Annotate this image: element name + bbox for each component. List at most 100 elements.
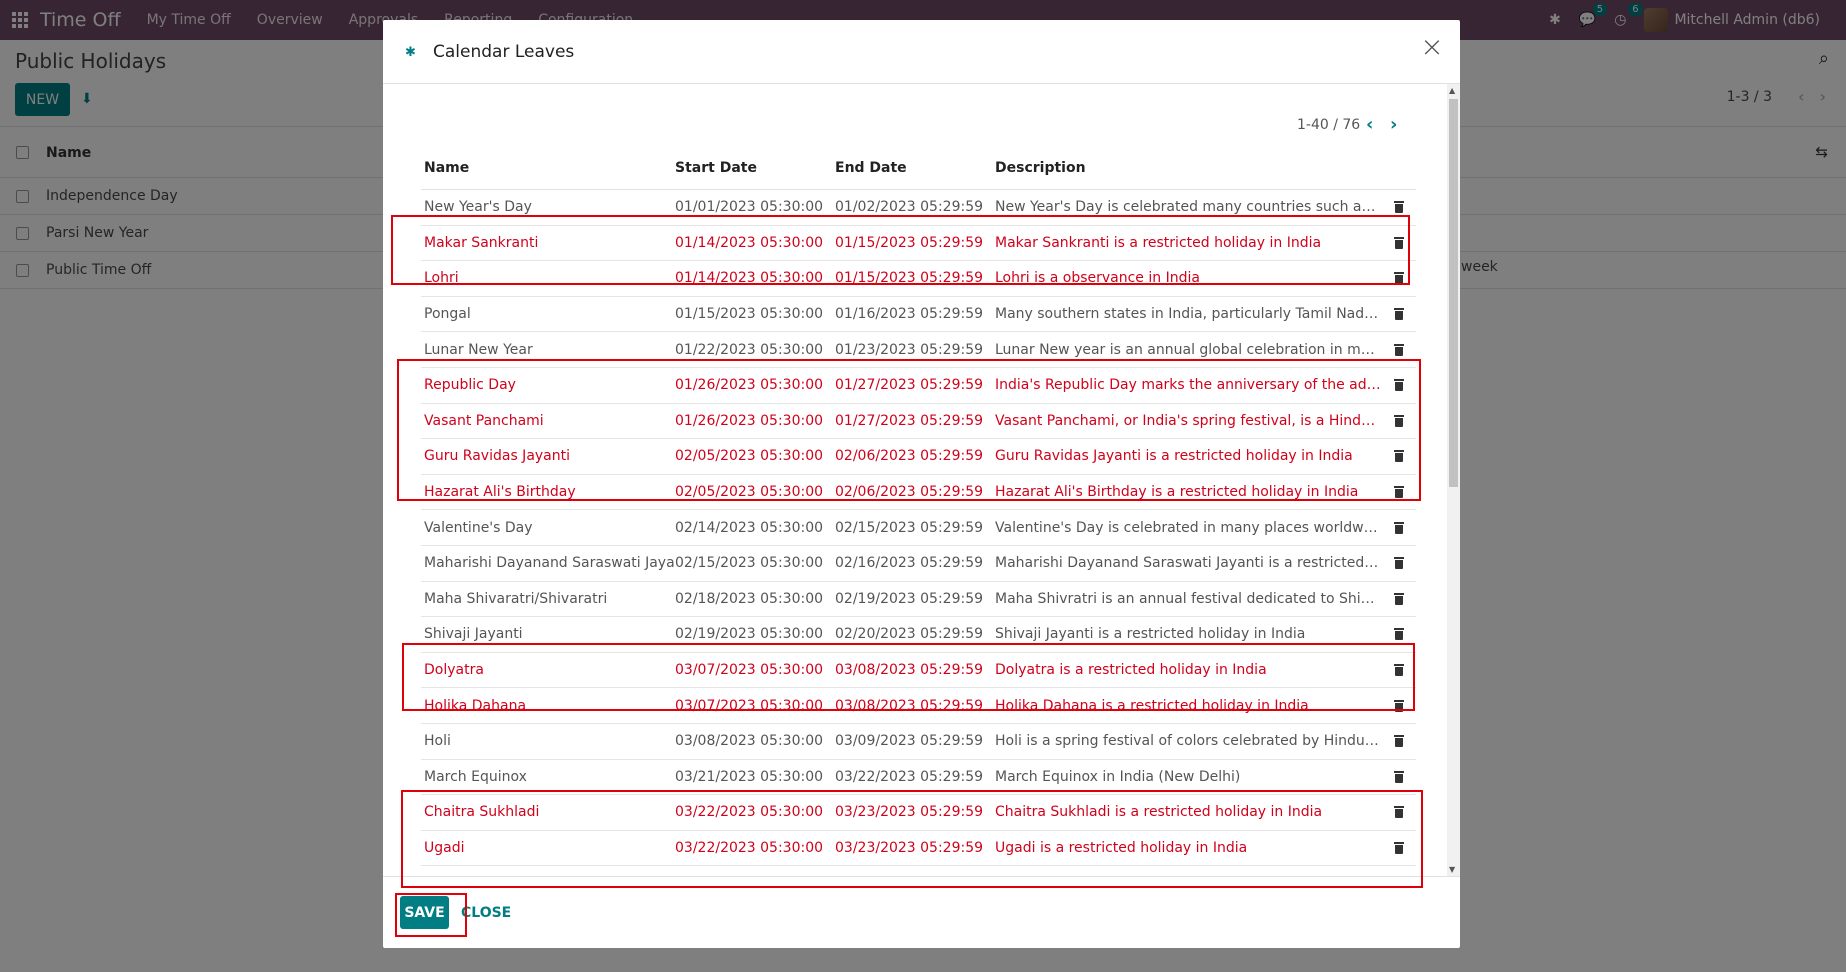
cell-start-date: 03/22/2023 05:30:00 <box>675 839 824 856</box>
cell-description: Lohri is a observance in India <box>995 270 1200 287</box>
cell-description: Guru Ravidas Jayanti is a restricted hol… <box>995 448 1353 465</box>
table-row[interactable]: Guru Ravidas Jayanti 02/05/2023 05:30:00 0… <box>421 439 1416 475</box>
table-row[interactable]: Dolyatra 03/07/2023 05:30:00 03/08/2023 05… <box>421 653 1416 689</box>
cell-end-date: 02/06/2023 05:29:59 <box>835 484 984 501</box>
cell-description: Holi is a spring festival of colors cele… <box>995 733 1381 750</box>
cell-end-date: 01/02/2023 05:29:59 <box>835 199 984 216</box>
delete-row-button[interactable] <box>1381 699 1416 712</box>
trash-icon <box>1393 379 1404 392</box>
table-row[interactable]: Valentine's Day 02/14/2023 05:30:00 02/15/… <box>421 510 1416 546</box>
cell-start-date: 03/08/2023 05:30:00 <box>675 733 824 750</box>
cell-start-date: 01/14/2023 05:30:00 <box>675 234 824 251</box>
table-row[interactable]: Makar Sankranti 01/14/2023 05:30:00 01/15/… <box>421 226 1416 262</box>
cell-description: Shivaji Jayanti is a restricted holiday … <box>995 626 1306 643</box>
table-row[interactable]: Lohri 01/14/2023 05:30:00 01/15/2023 05:29… <box>421 261 1416 297</box>
cell-start-date: 01/26/2023 05:30:00 <box>675 377 824 394</box>
trash-icon <box>1393 308 1404 321</box>
delete-row-button[interactable] <box>1381 450 1416 463</box>
scroll-down-icon[interactable]: ▼ <box>1449 865 1455 874</box>
trash-icon <box>1393 841 1404 854</box>
cell-description: New Year's Day is celebrated many countr… <box>995 199 1381 216</box>
scroll-up-icon[interactable]: ▲ <box>1449 86 1455 95</box>
table-row[interactable]: Maha Shivaratri/Shivaratri 02/18/2023 05:… <box>421 582 1416 618</box>
modal-header: ✱ Calendar Leaves × <box>383 20 1460 84</box>
cell-end-date: 01/15/2023 05:29:59 <box>835 234 984 251</box>
trash-icon <box>1393 664 1404 677</box>
pager-prev-icon[interactable]: ‹ <box>1366 114 1373 135</box>
trash-icon <box>1393 272 1404 285</box>
table-row[interactable]: Ugadi 03/22/2023 05:30:00 03/23/2023 05:29… <box>421 831 1416 867</box>
trash-icon <box>1393 521 1404 534</box>
cell-description: Valentine's Day is celebrated in many pl… <box>995 519 1381 536</box>
column-description[interactable]: Description <box>995 160 1381 176</box>
table-row[interactable]: Republic Day 01/26/2023 05:30:00 01/27/202… <box>421 368 1416 404</box>
delete-row-button[interactable] <box>1381 272 1416 285</box>
table-row[interactable]: Shivaji Jayanti 02/19/2023 05:30:00 02/20/… <box>421 617 1416 653</box>
table-row[interactable]: Hazarat Ali's Birthday 02/05/2023 05:30:0… <box>421 475 1416 511</box>
cell-description: Hazarat Ali's Birthday is a restricted h… <box>995 484 1359 501</box>
delete-row-button[interactable] <box>1381 806 1416 819</box>
table-row[interactable]: Holi 03/08/2023 05:30:00 03/09/2023 05:29:… <box>421 724 1416 760</box>
bug-icon: ✱ <box>405 44 416 60</box>
cell-description: Makar Sankranti is a restricted holiday … <box>995 234 1322 251</box>
cell-end-date: 03/23/2023 05:29:59 <box>835 839 984 856</box>
cell-start-date: 02/05/2023 05:30:00 <box>675 484 824 501</box>
cell-name: Guru Ravidas Jayanti <box>424 448 571 465</box>
cell-description: March Equinox in India (New Delhi) <box>995 768 1241 785</box>
cell-end-date: 02/19/2023 05:29:59 <box>835 590 984 607</box>
cell-description: India's Republic Day marks the anniversa… <box>995 377 1381 394</box>
delete-row-button[interactable] <box>1381 379 1416 392</box>
delete-row-button[interactable] <box>1381 664 1416 677</box>
delete-row-button[interactable] <box>1381 308 1416 321</box>
table-row[interactable]: Lunar New Year 01/22/2023 05:30:00 01/23/2… <box>421 332 1416 368</box>
trash-icon <box>1393 806 1404 819</box>
cell-description: Lunar New year is an annual global celeb… <box>995 341 1381 358</box>
cell-end-date: 03/09/2023 05:29:59 <box>835 733 984 750</box>
trash-icon <box>1393 414 1404 427</box>
cell-name: Maha Shivaratri/Shivaratri <box>424 590 608 607</box>
trash-icon <box>1393 735 1404 748</box>
column-end-date[interactable]: End Date <box>835 160 995 176</box>
table-row[interactable]: Chaitra Sukhladi 03/22/2023 05:30:00 03/23… <box>421 795 1416 831</box>
scrollbar[interactable]: ▲ ▼ <box>1447 84 1460 876</box>
cell-end-date: 02/20/2023 05:29:59 <box>835 626 984 643</box>
delete-row-button[interactable] <box>1381 735 1416 748</box>
table-row[interactable]: New Year's Day 01/01/2023 05:30:00 01/02/2… <box>421 190 1416 226</box>
delete-row-button[interactable] <box>1381 592 1416 605</box>
delete-row-button[interactable] <box>1381 770 1416 783</box>
close-button[interactable]: CLOSE <box>461 905 511 921</box>
trash-icon <box>1393 557 1404 570</box>
delete-row-button[interactable] <box>1381 486 1416 499</box>
scrollbar-thumb[interactable] <box>1449 99 1458 487</box>
table-row[interactable]: Maharishi Dayanand Saraswati Jayanti 02/1… <box>421 546 1416 582</box>
delete-row-button[interactable] <box>1381 236 1416 249</box>
delete-row-button[interactable] <box>1381 414 1416 427</box>
cell-end-date: 03/23/2023 05:29:59 <box>835 804 984 821</box>
delete-row-button[interactable] <box>1381 628 1416 641</box>
delete-row-button[interactable] <box>1381 841 1416 854</box>
table-row[interactable]: Pongal 01/15/2023 05:30:00 01/16/2023 05:2… <box>421 297 1416 333</box>
cell-description: Maha Shivratri is an annual festival ded… <box>995 590 1381 607</box>
cell-description: Holika Dahana is a restricted holiday in… <box>995 697 1309 714</box>
column-start-date[interactable]: Start Date <box>675 160 835 176</box>
cell-end-date: 01/27/2023 05:29:59 <box>835 412 984 429</box>
table-row[interactable]: Holika Dahana 03/07/2023 05:30:00 03/08/20… <box>421 688 1416 724</box>
pager-next-icon[interactable]: › <box>1390 114 1397 135</box>
delete-row-button[interactable] <box>1381 521 1416 534</box>
records-pager[interactable]: 1-40 / 76 <box>1297 117 1360 133</box>
column-name[interactable]: Name <box>421 160 675 176</box>
cell-name: Hazarat Ali's Birthday <box>424 484 576 501</box>
calendar-leaves-dialog: ✱ Calendar Leaves × 1-40 / 76 ‹ › Name S… <box>383 20 1460 948</box>
delete-row-button[interactable] <box>1381 343 1416 356</box>
cell-name: Valentine's Day <box>424 519 533 536</box>
close-icon[interactable]: × <box>1418 33 1446 62</box>
cell-name: Lohri <box>424 270 459 287</box>
delete-row-button[interactable] <box>1381 557 1416 570</box>
save-button[interactable]: SAVE <box>400 896 449 929</box>
table-row[interactable]: March Equinox 03/21/2023 05:30:00 03/22/20… <box>421 760 1416 796</box>
cell-name: Holika Dahana <box>424 697 527 714</box>
table-row[interactable]: Vasant Panchami 01/26/2023 05:30:00 01/27/… <box>421 404 1416 440</box>
delete-row-button[interactable] <box>1381 201 1416 214</box>
cell-end-date: 01/27/2023 05:29:59 <box>835 377 984 394</box>
table-row[interactable]: Gudi Padwa03/22/2023 05:30:0003/23/2023 … <box>421 866 1416 877</box>
